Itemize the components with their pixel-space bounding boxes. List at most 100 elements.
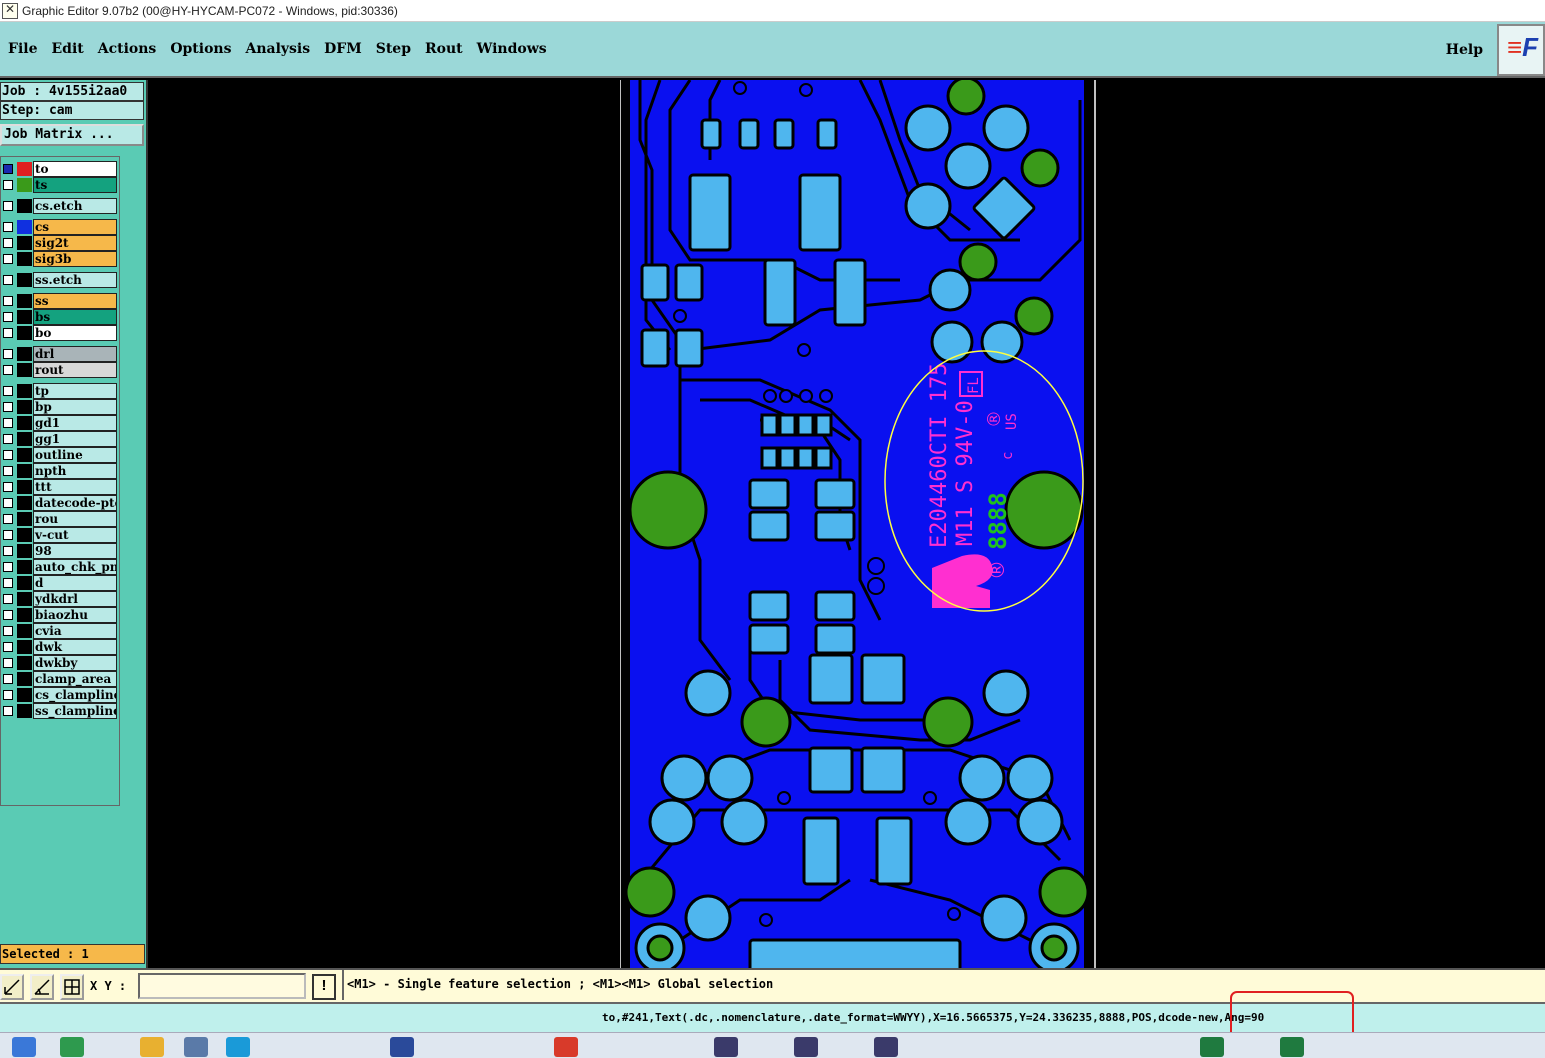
layer-checkbox[interactable] <box>3 238 13 248</box>
layer-color-swatch[interactable] <box>17 178 32 192</box>
menu-actions[interactable]: Actions <box>91 41 164 57</box>
layer-name[interactable]: to <box>33 161 117 177</box>
layer-row-gg1[interactable]: gg1 <box>1 431 119 447</box>
layer-name[interactable]: rout <box>33 362 117 378</box>
layer-checkbox[interactable] <box>3 498 13 508</box>
layer-name[interactable]: bo <box>33 325 117 341</box>
excel-icon-2[interactable] <box>1280 1037 1304 1057</box>
layer-color-swatch[interactable] <box>17 528 32 542</box>
layer-checkbox[interactable] <box>3 450 13 460</box>
layer-color-swatch[interactable] <box>17 220 32 234</box>
layer-checkbox[interactable] <box>3 328 13 338</box>
job-matrix-button[interactable]: Job Matrix ... <box>0 124 144 146</box>
layer-checkbox[interactable] <box>3 164 13 174</box>
layer-row-bp[interactable]: bp <box>1 399 119 415</box>
layer-color-swatch[interactable] <box>17 560 32 574</box>
layer-checkbox[interactable] <box>3 482 13 492</box>
layer-checkbox[interactable] <box>3 418 13 428</box>
browser-icon[interactable] <box>226 1037 250 1057</box>
layer-name[interactable]: tp <box>33 383 117 399</box>
layer-row-d[interactable]: d <box>1 575 119 591</box>
layer-color-swatch[interactable] <box>17 544 32 558</box>
layer-checkbox[interactable] <box>3 546 13 556</box>
layer-checkbox[interactable] <box>3 434 13 444</box>
layer-name[interactable]: d <box>33 575 117 591</box>
layer-checkbox[interactable] <box>3 365 13 375</box>
window-icon-2[interactable] <box>794 1037 818 1057</box>
layer-row-cs[interactable]: cs <box>1 219 119 235</box>
layer-name[interactable]: npth <box>33 463 117 479</box>
layer-checkbox[interactable] <box>3 296 13 306</box>
layer-name[interactable]: ts <box>33 177 117 193</box>
layer-color-swatch[interactable] <box>17 400 32 414</box>
layer-name[interactable]: v-cut <box>33 527 117 543</box>
layer-checkbox[interactable] <box>3 275 13 285</box>
layer-color-swatch[interactable] <box>17 592 32 606</box>
pcb-canvas[interactable]: E204460CTI 175 M11 S 94V-0 8888 FL US c … <box>620 80 1096 968</box>
layer-checkbox[interactable] <box>3 626 13 636</box>
layer-name[interactable]: dwk <box>33 639 117 655</box>
layer-color-swatch[interactable] <box>17 464 32 478</box>
folder-icon[interactable] <box>140 1037 164 1057</box>
layer-name[interactable]: datecode-pte <box>33 495 117 511</box>
layer-name[interactable]: bs <box>33 309 117 325</box>
layer-row-ss[interactable]: ss <box>1 293 119 309</box>
layer-row-gd1[interactable]: gd1 <box>1 415 119 431</box>
layer-color-swatch[interactable] <box>17 416 32 430</box>
layer-color-swatch[interactable] <box>17 448 32 462</box>
excel-icon[interactable] <box>1200 1037 1224 1057</box>
layer-checkbox[interactable] <box>3 594 13 604</box>
layer-checkbox[interactable] <box>3 349 13 359</box>
layer-color-swatch[interactable] <box>17 608 32 622</box>
layer-checkbox[interactable] <box>3 466 13 476</box>
layer-color-swatch[interactable] <box>17 252 32 266</box>
layer-color-swatch[interactable] <box>17 199 32 213</box>
layer-name[interactable]: auto_chk_pnl <box>33 559 117 575</box>
menu-rout[interactable]: Rout <box>418 41 470 57</box>
layer-name[interactable]: cs <box>33 219 117 235</box>
window-icon-1[interactable] <box>714 1037 738 1057</box>
layer-color-swatch[interactable] <box>17 363 32 377</box>
layer-row-biaozhu[interactable]: biaozhu <box>1 607 119 623</box>
layer-row-98[interactable]: 98 <box>1 543 119 559</box>
menu-help[interactable]: Help <box>1446 42 1483 58</box>
layer-name[interactable]: gg1 <box>33 431 117 447</box>
layer-name[interactable]: dwkby <box>33 655 117 671</box>
measure-tool-button[interactable] <box>30 974 54 1000</box>
layer-color-swatch[interactable] <box>17 384 32 398</box>
layer-color-swatch[interactable] <box>17 656 32 670</box>
menu-step[interactable]: Step <box>369 41 418 57</box>
layer-checkbox[interactable] <box>3 386 13 396</box>
layer-color-swatch[interactable] <box>17 672 32 686</box>
xy-input[interactable] <box>138 973 306 999</box>
layer-row-cs-etch[interactable]: cs.etch <box>1 198 119 214</box>
layer-row-to[interactable]: to <box>1 161 119 177</box>
layer-checkbox[interactable] <box>3 642 13 652</box>
menu-file[interactable]: File <box>1 41 44 57</box>
layer-checkbox[interactable] <box>3 402 13 412</box>
layer-name[interactable]: ydkdrl <box>33 591 117 607</box>
layer-checkbox[interactable] <box>3 658 13 668</box>
layer-color-swatch[interactable] <box>17 688 32 702</box>
layer-name[interactable]: ttt <box>33 479 117 495</box>
layer-name[interactable]: 98 <box>33 543 117 559</box>
layer-color-swatch[interactable] <box>17 273 32 287</box>
layer-color-swatch[interactable] <box>17 326 32 340</box>
layer-name[interactable]: rou <box>33 511 117 527</box>
layer-row-bo[interactable]: bo <box>1 325 119 341</box>
layer-color-swatch[interactable] <box>17 640 32 654</box>
menu-edit[interactable]: Edit <box>44 41 90 57</box>
app-icon-1[interactable] <box>60 1037 84 1057</box>
layer-row-cs-clampline[interactable]: cs_clampline <box>1 687 119 703</box>
zoom-tool-button[interactable] <box>0 974 24 1000</box>
layer-row-drl[interactable]: drl <box>1 346 119 362</box>
layer-color-swatch[interactable] <box>17 432 32 446</box>
layer-color-swatch[interactable] <box>17 496 32 510</box>
layer-row-npth[interactable]: npth <box>1 463 119 479</box>
layer-checkbox[interactable] <box>3 610 13 620</box>
window-icon-3[interactable] <box>874 1037 898 1057</box>
layer-checkbox[interactable] <box>3 254 13 264</box>
layer-row-v-cut[interactable]: v-cut <box>1 527 119 543</box>
layer-name[interactable]: outline <box>33 447 117 463</box>
menu-analysis[interactable]: Analysis <box>238 41 317 57</box>
